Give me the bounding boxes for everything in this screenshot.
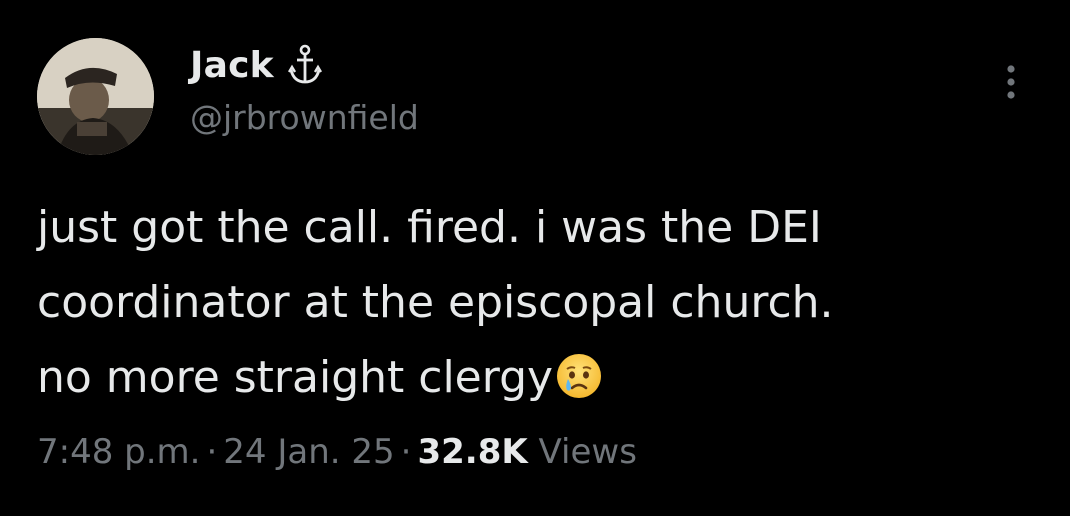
tweet-text-line: coordinator at the episcopal church. — [37, 277, 834, 328]
tweet-time[interactable]: 7:48 p.m. — [37, 432, 200, 472]
views-count[interactable]: 32.8K — [417, 432, 527, 472]
meta-separator: · — [400, 432, 412, 472]
meta-separator: · — [206, 432, 218, 472]
tweet-meta: 7:48 p.m. · 24 Jan. 25 · 32.8K Views — [37, 432, 637, 472]
more-vertical-icon[interactable] — [996, 62, 1026, 106]
crying-face-emoji — [555, 348, 603, 398]
user-photo — [37, 38, 154, 155]
author-name-row: Jack — [190, 40, 322, 90]
author-avatar[interactable] — [37, 38, 154, 155]
views-label: Views — [538, 432, 637, 472]
tweet-text-line-last: no more straight clergy — [37, 340, 1037, 415]
author-handle[interactable]: @jrbrownfield — [190, 98, 419, 137]
tweet-text: just got the call. fired. i was the DEI … — [37, 190, 1037, 415]
anchor-icon — [287, 44, 322, 86]
author-display-name[interactable]: Jack — [190, 45, 274, 86]
tweet-text-line: just got the call. fired. i was the DEI — [37, 202, 822, 253]
tweet-card: Jack @jrbrownfield just got the call. fi… — [0, 0, 1070, 516]
tweet-text-line-content: no more straight clergy — [37, 352, 554, 403]
tweet-date[interactable]: 24 Jan. 25 — [223, 432, 394, 472]
